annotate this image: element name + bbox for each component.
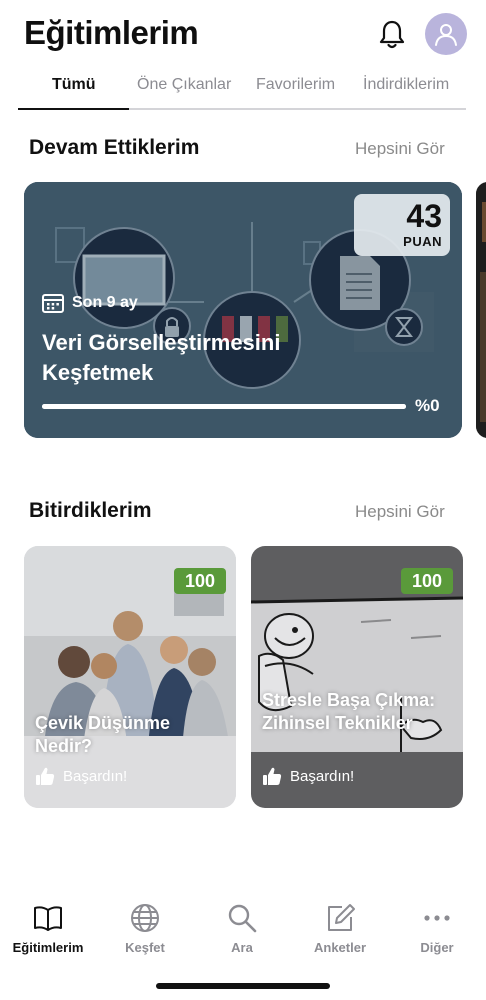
nav-item-search[interactable]: Ara	[194, 902, 290, 955]
completed-see-all-link[interactable]: Hepsini Gör	[355, 502, 445, 522]
nav-label: Ara	[231, 940, 253, 955]
completed-course-card[interactable]: 100 Çevik Düşünme Nedir? Başardın!	[24, 546, 236, 808]
completed-course-title: Stresle Başa Çıkma: Zihinsel Teknikler	[262, 690, 436, 733]
tab-featured[interactable]: Öne Çıkanlar	[137, 76, 231, 94]
nav-item-discover[interactable]: Keşfet	[97, 902, 193, 955]
bell-icon[interactable]	[376, 18, 408, 50]
nav-label: Diğer	[420, 940, 454, 955]
tab-favorites[interactable]: Favorilerim	[256, 76, 335, 94]
active-tab-indicator	[18, 108, 129, 110]
tab-all[interactable]: Tümü	[52, 76, 96, 94]
nav-item-my-courses[interactable]: Eğitimlerim	[0, 902, 96, 955]
thumbs-up-icon	[263, 767, 282, 785]
completed-status: Başardın!	[262, 767, 354, 786]
points-label: PUAN	[403, 234, 442, 249]
completed-course-title: Çevik Düşünme Nedir?	[35, 713, 171, 756]
course-date-text: Son 9 ay	[72, 294, 138, 311]
home-indicator	[156, 983, 330, 989]
next-course-cover	[476, 182, 486, 438]
nav-label: Keşfet	[125, 940, 165, 955]
continuing-see-all-link[interactable]: Hepsini Gör	[355, 139, 445, 159]
globe-icon	[131, 904, 159, 932]
score-badge: 100	[401, 568, 453, 594]
course-title: Veri Görselleştirmesini Keşfetmek	[42, 330, 281, 385]
course-progress-text: %0	[415, 396, 440, 415]
calendar-icon	[42, 294, 64, 313]
edit-icon	[328, 904, 355, 931]
thumbs-up-icon	[36, 767, 55, 785]
page-title: Eğitimlerim	[24, 14, 199, 51]
course-progress-bar	[42, 404, 406, 409]
bottom-navigation: Eğitimlerim Keşfet Ara Anketler Diğer	[0, 890, 486, 970]
search-icon	[228, 904, 257, 933]
avatar[interactable]	[425, 13, 467, 55]
continuing-course-card[interactable]: 43 PUAN Son 9 ay Veri Görselleştirmesini…	[24, 182, 462, 438]
points-badge: 43 PUAN	[354, 194, 450, 256]
more-icon	[424, 915, 450, 921]
user-icon	[435, 24, 457, 46]
completed-section-title: Bitirdiklerim	[29, 499, 152, 522]
continuing-section-title: Devam Ettiklerim	[29, 136, 200, 159]
score-badge: 100	[174, 568, 226, 594]
app-header: Eğitimlerim	[0, 0, 486, 70]
nav-label: Anketler	[313, 940, 367, 955]
completed-course-card[interactable]: 100 Stresle Başa Çıkma: Zihinsel Teknikl…	[251, 546, 463, 808]
course-date: Son 9 ay	[42, 293, 138, 313]
book-icon	[34, 906, 62, 931]
nav-item-more[interactable]: Diğer	[389, 902, 485, 955]
completed-status-text: Başardın!	[63, 768, 128, 785]
next-course-card-peek[interactable]	[476, 182, 486, 438]
completed-status-text: Başardın!	[290, 768, 355, 785]
filter-tabs: Tümü Öne Çıkanlar Favorilerim İndirdikle…	[18, 74, 466, 110]
completed-status: Başardın!	[35, 767, 127, 786]
points-value: 43	[406, 198, 442, 234]
nav-label: Eğitimlerim	[12, 940, 84, 955]
course-progress-fill	[42, 404, 406, 409]
tab-downloads[interactable]: İndirdiklerim	[363, 76, 449, 94]
nav-item-surveys[interactable]: Anketler	[292, 902, 388, 955]
